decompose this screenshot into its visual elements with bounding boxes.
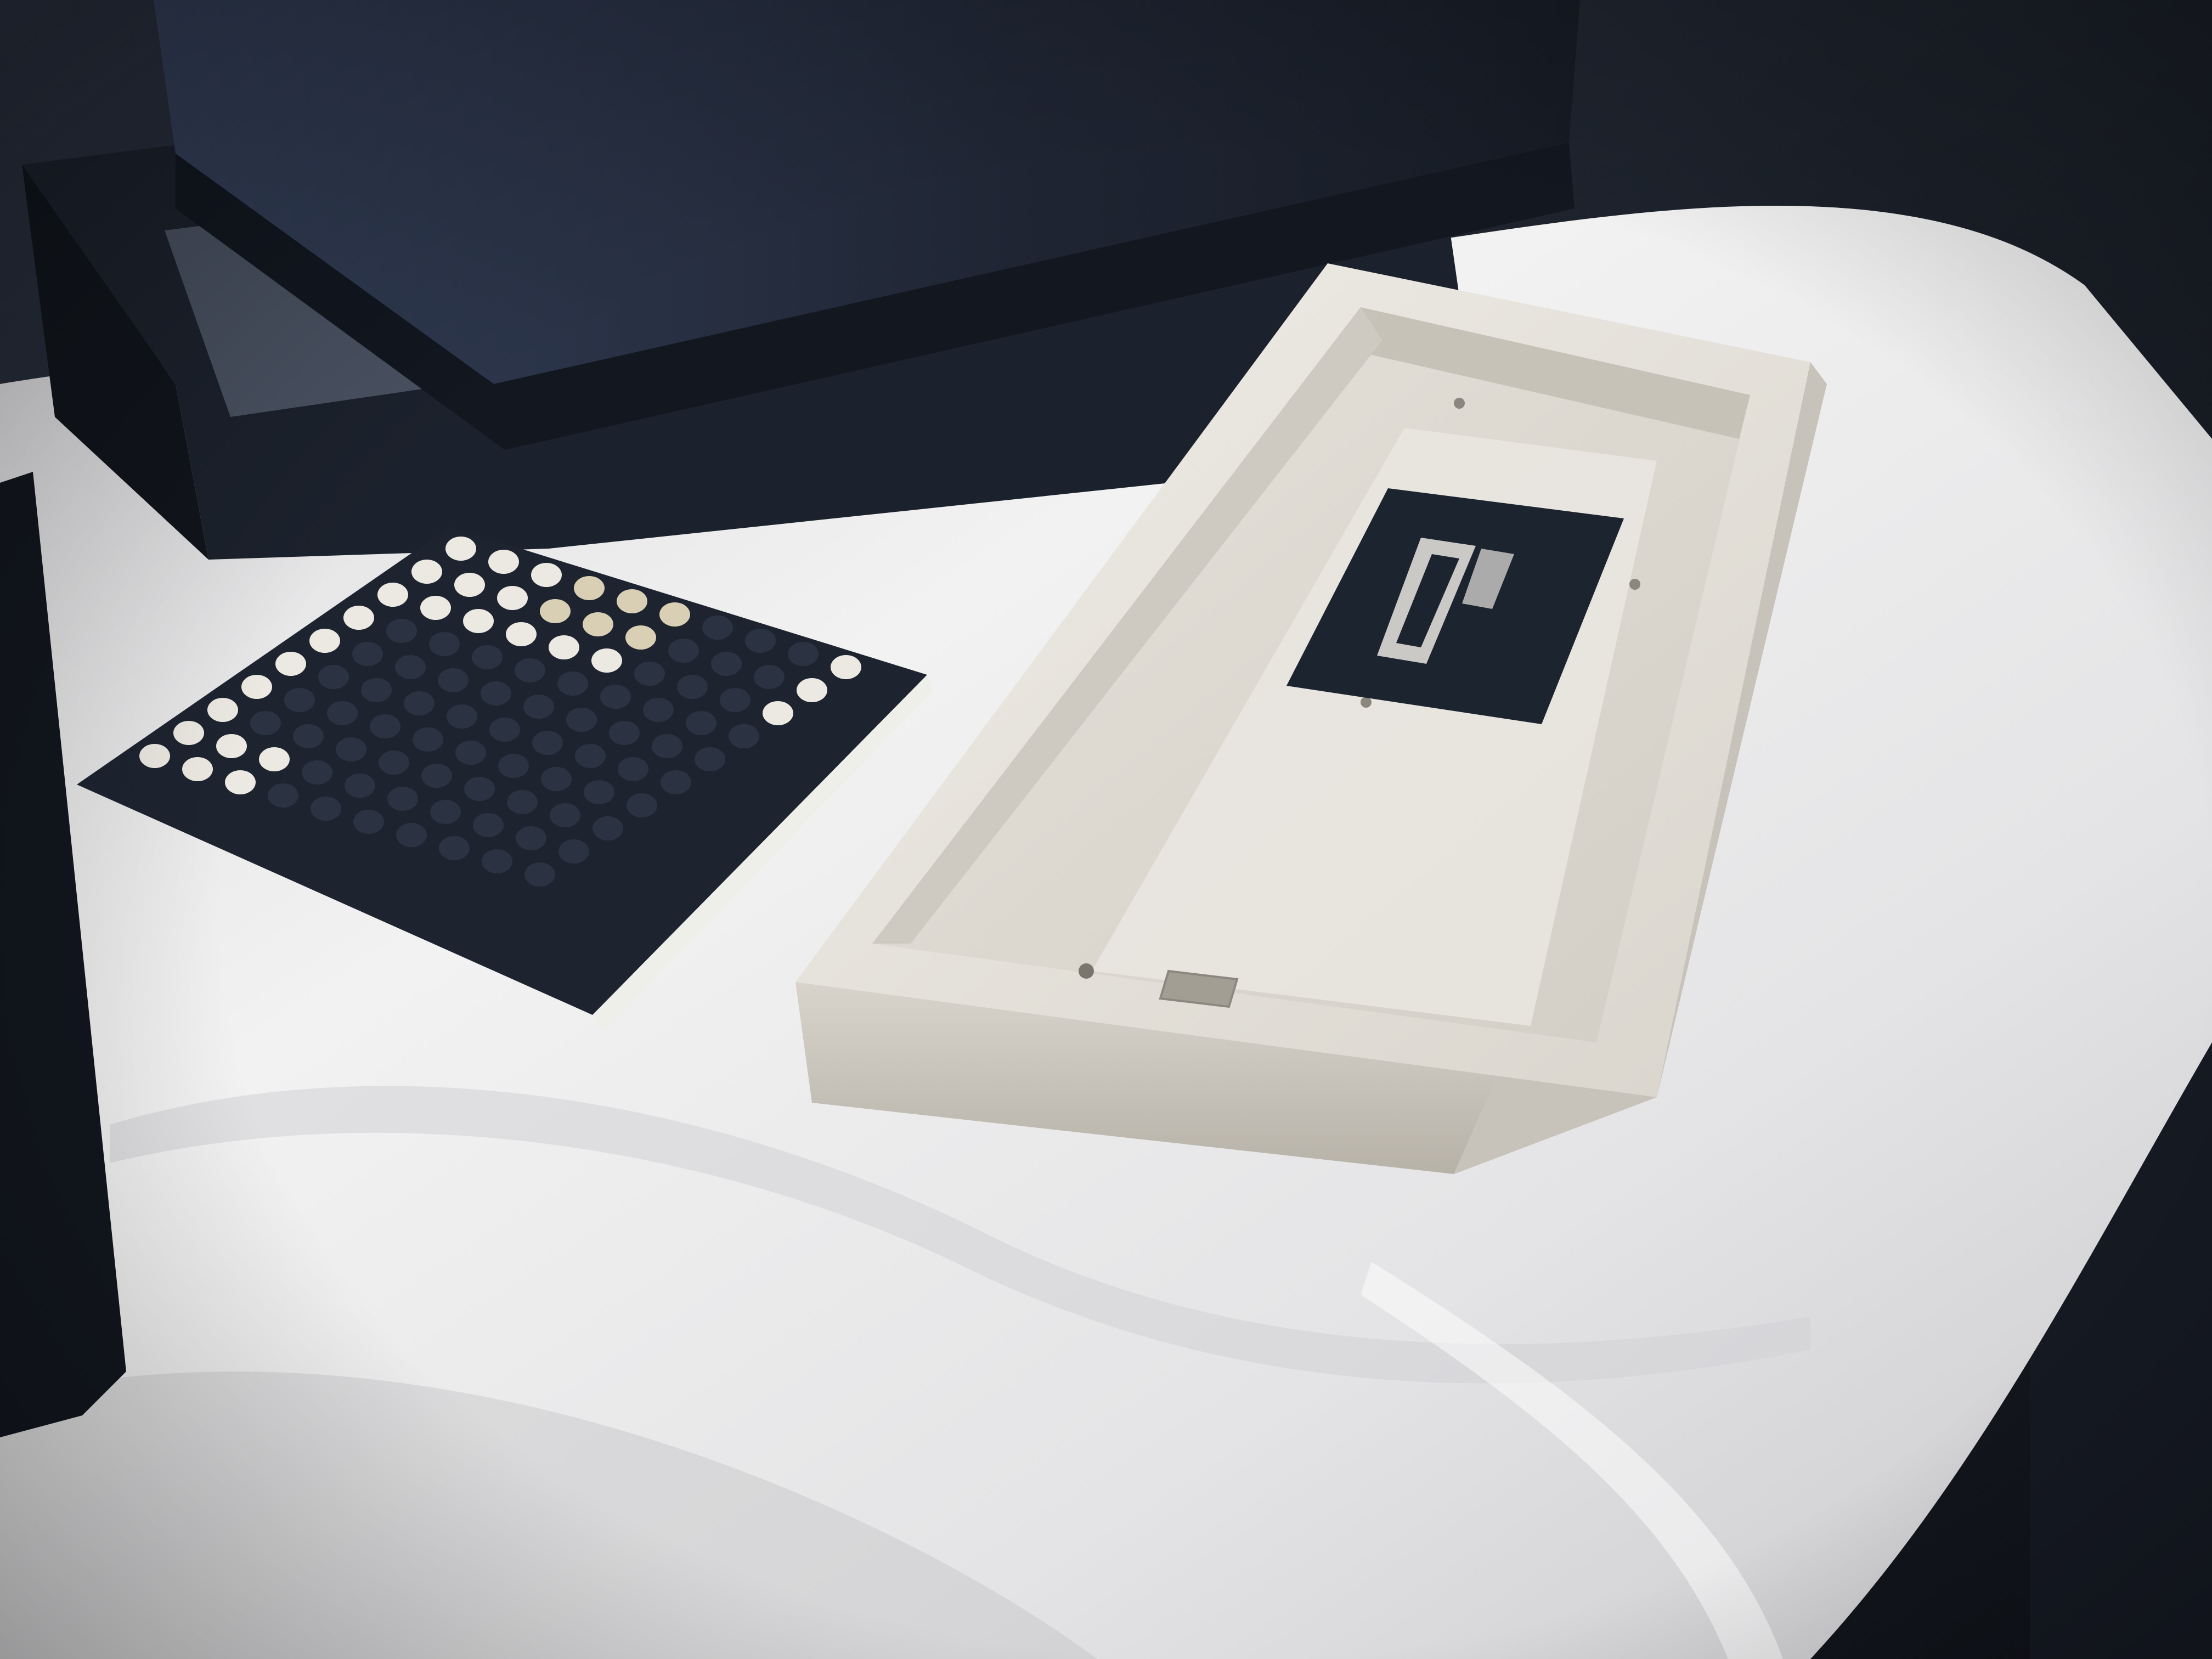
keyboard-case-photo — [0, 0, 2212, 1659]
photo-scene — [0, 0, 2212, 1659]
vignette — [0, 0, 2212, 1659]
